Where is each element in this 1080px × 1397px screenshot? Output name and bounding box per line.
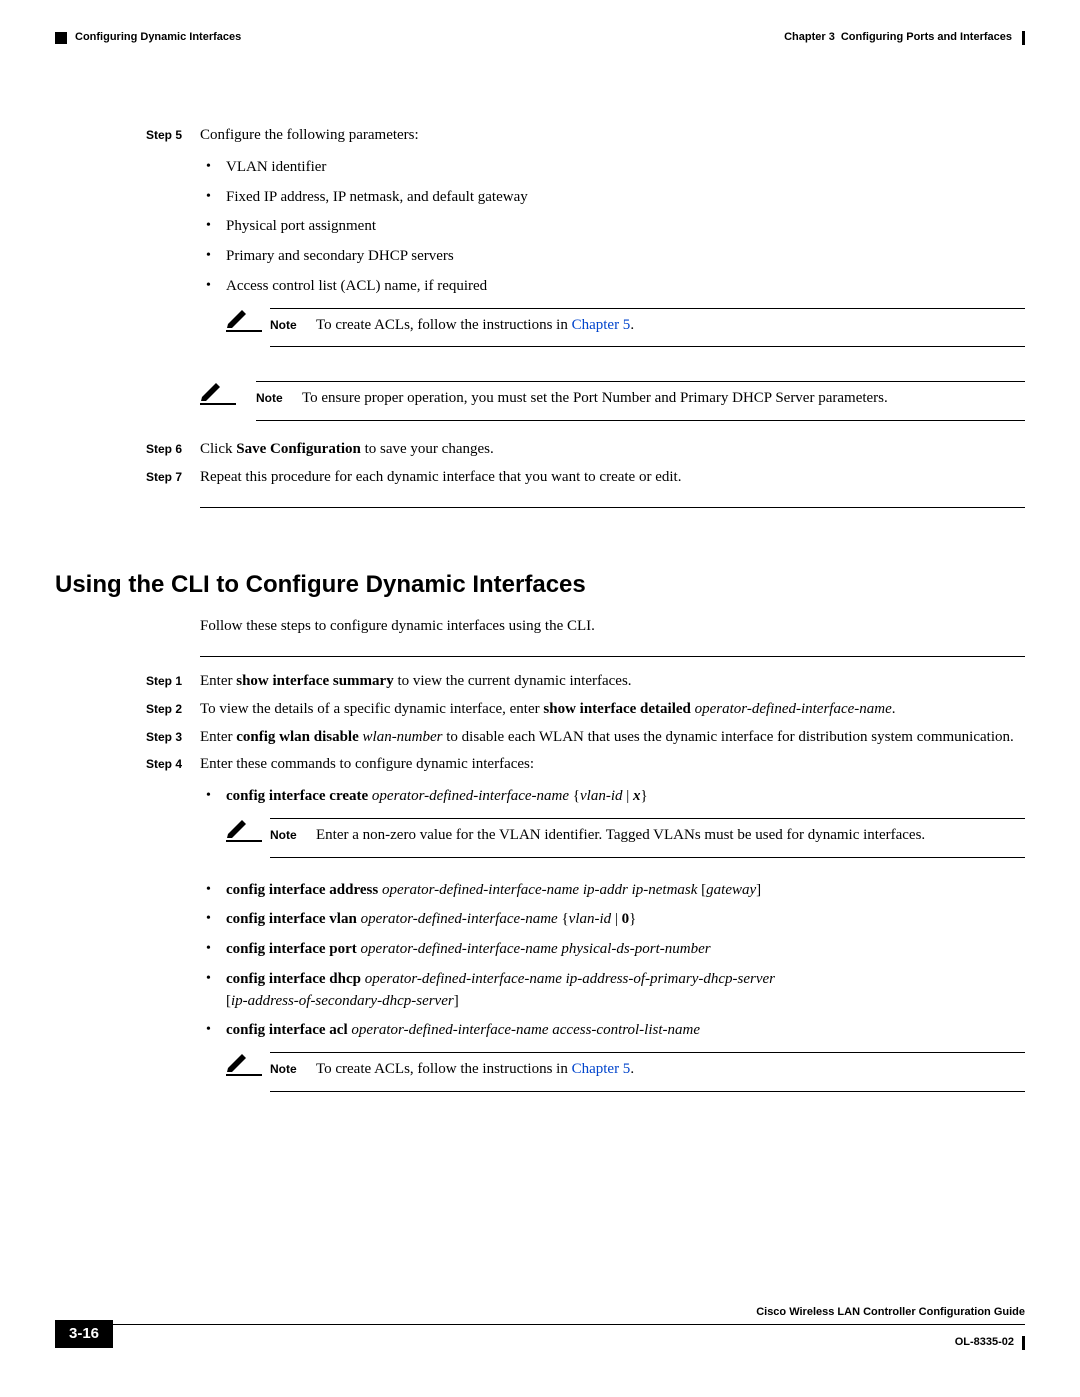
step-5: Step 5 Configure the following parameter… <box>55 125 1025 355</box>
step-body: Enter show interface summary to view the… <box>200 671 1025 693</box>
step5-intro: Configure the following parameters: <box>200 127 419 143</box>
section-divider <box>200 507 1025 508</box>
note-text: Enter a non-zero value for the VLAN iden… <box>316 825 1025 847</box>
bullet-item: Access control list (ACL) name, if requi… <box>200 276 1025 348</box>
note-block: Note To ensure proper operation, you mus… <box>200 381 1025 421</box>
step5-bullets: VLAN identifier Fixed IP address, IP net… <box>200 157 1025 348</box>
steps-block-2: Step 1 Enter show interface summary to v… <box>55 671 1025 1100</box>
cli-step-4: Step 4 Enter these commands to configure… <box>55 754 1025 1100</box>
bullet-item: Physical port assignment <box>200 216 1025 238</box>
cli-command: config interface vlan <box>226 911 357 927</box>
note-block: Note To create ACLs, follow the instruct… <box>226 1052 1025 1092</box>
cli-arg: operator-defined-interface-name physical… <box>361 941 711 957</box>
note-label: Note <box>256 388 302 410</box>
chapter-number: Chapter 3 <box>784 30 835 46</box>
cli-step-3: Step 3 Enter config wlan disable wlan-nu… <box>55 727 1025 749</box>
header-left: Configuring Dynamic Interfaces <box>55 30 241 46</box>
ui-action: Save Configuration <box>236 441 361 457</box>
step4-intro: Enter these commands to configure dynami… <box>200 756 534 772</box>
note-label: Note <box>270 315 316 337</box>
step-body: Click Save Configuration to save your ch… <box>200 439 1025 461</box>
bullet-item: Fixed IP address, IP netmask, and defaul… <box>200 187 1025 209</box>
note-label: Note <box>270 825 316 847</box>
note-label: Note <box>270 1059 316 1081</box>
header-end-bar-icon <box>1022 31 1025 45</box>
note-pencil-icon <box>226 818 270 844</box>
bullet-item: config interface dhcp operator-defined-i… <box>200 969 1025 1013</box>
step-6: Step 6 Click Save Configuration to save … <box>55 439 1025 461</box>
cli-arg: operator-defined-interface-name <box>361 911 558 927</box>
cli-arg: operator-defined-interface-name ip-addr … <box>382 882 697 898</box>
step-body: Enter these commands to configure dynami… <box>200 754 1025 1100</box>
bullet-item: VLAN identifier <box>200 157 1025 179</box>
bullet-text: Access control list (ACL) name, if requi… <box>226 278 487 294</box>
step-label: Step 5 <box>55 125 200 144</box>
step-label: Step 4 <box>55 754 200 773</box>
guide-title: Cisco Wireless LAN Controller Configurat… <box>55 1305 1025 1325</box>
cli-arg: operator-defined-interface-name <box>695 701 892 717</box>
header-marker-icon <box>55 32 67 44</box>
cli-arg: operator-defined-interface-name access-c… <box>351 1022 700 1038</box>
cli-command: config interface port <box>226 941 357 957</box>
page-footer: Cisco Wireless LAN Controller Configurat… <box>55 1305 1025 1357</box>
bullet-item: config interface acl operator-defined-in… <box>200 1020 1025 1092</box>
cli-command: config interface address <box>226 882 378 898</box>
bullet-item: config interface address operator-define… <box>200 880 1025 902</box>
note-text: To create ACLs, follow the instructions … <box>316 1059 1025 1081</box>
page-number-badge: 3-16 <box>55 1320 113 1348</box>
step-label: Step 1 <box>55 671 200 690</box>
doc-number: OL-8335-02 <box>955 1335 1025 1351</box>
step-label: Step 7 <box>55 467 200 486</box>
cli-step-1: Step 1 Enter show interface summary to v… <box>55 671 1025 693</box>
cli-step-2: Step 2 To view the details of a specific… <box>55 699 1025 721</box>
step-body: Repeat this procedure for each dynamic i… <box>200 467 1025 489</box>
steps-block-1: Step 5 Configure the following parameter… <box>55 125 1025 508</box>
step-7: Step 7 Repeat this procedure for each dy… <box>55 467 1025 489</box>
note-text: To ensure proper operation, you must set… <box>302 388 1025 410</box>
step-body: To view the details of a specific dynami… <box>200 699 1025 721</box>
cli-arg: wlan-number <box>363 729 443 745</box>
cli-command: config interface dhcp <box>226 971 361 987</box>
header-right: Chapter 3 Configuring Ports and Interfac… <box>778 30 1025 46</box>
footer-end-bar-icon <box>1022 1336 1025 1350</box>
bullet-item: config interface create operator-defined… <box>200 786 1025 858</box>
page-content: Step 5 Configure the following parameter… <box>55 125 1025 1106</box>
note-pencil-icon <box>226 1052 270 1078</box>
cli-command: show interface detailed <box>543 701 690 717</box>
step-body: Enter config wlan disable wlan-number to… <box>200 727 1025 749</box>
chapter-link[interactable]: Chapter 5 <box>572 317 631 333</box>
section-intro: Follow these steps to configure dynamic … <box>200 616 1025 638</box>
step-label: Step 3 <box>55 727 200 746</box>
section-breadcrumb: Configuring Dynamic Interfaces <box>75 30 241 46</box>
step4-bullets: config interface create operator-defined… <box>200 786 1025 1092</box>
step-body: Configure the following parameters: VLAN… <box>200 125 1025 355</box>
note-pencil-icon <box>200 381 256 407</box>
bullet-item: config interface port operator-defined-i… <box>200 939 1025 961</box>
section-heading: Using the CLI to Configure Dynamic Inter… <box>55 568 1025 603</box>
step-label: Step 2 <box>55 699 200 718</box>
note-block: Note Enter a non-zero value for the VLAN… <box>226 818 1025 858</box>
cli-arg: operator-defined-interface-name ip-addre… <box>365 971 775 987</box>
note-pencil-icon <box>226 308 270 334</box>
bullet-item: Primary and secondary DHCP servers <box>200 246 1025 268</box>
note-text: To create ACLs, follow the instructions … <box>316 315 1025 337</box>
cli-command: config interface acl <box>226 1022 348 1038</box>
chapter-link[interactable]: Chapter 5 <box>572 1061 631 1077</box>
chapter-title: Configuring Ports and Interfaces <box>841 30 1012 46</box>
cli-command: show interface summary <box>236 673 393 689</box>
steps-top-rule <box>200 656 1025 657</box>
cli-command: config interface create <box>226 788 368 804</box>
cli-command: config wlan disable <box>236 729 359 745</box>
step-label: Step 6 <box>55 439 200 458</box>
cli-arg: operator-defined-interface-name <box>372 788 569 804</box>
bullet-item: config interface vlan operator-defined-i… <box>200 909 1025 931</box>
page-header: Configuring Dynamic Interfaces Chapter 3… <box>55 30 1025 46</box>
note-block: Note To create ACLs, follow the instruct… <box>226 308 1025 348</box>
